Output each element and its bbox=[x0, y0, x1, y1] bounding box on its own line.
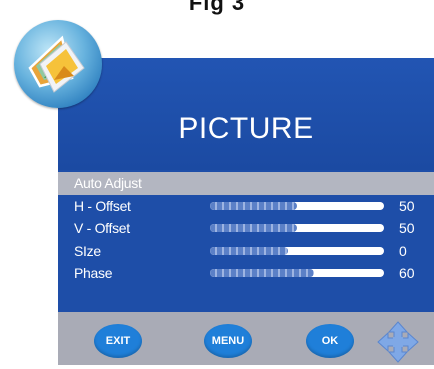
size-slider[interactable] bbox=[210, 246, 384, 255]
menu-item-size[interactable]: SIze 0 bbox=[58, 240, 434, 263]
h-offset-slider[interactable] bbox=[210, 201, 384, 210]
slider-fill bbox=[210, 224, 297, 232]
menu-item-v-offset[interactable]: V - Offset 50 bbox=[58, 217, 434, 240]
slider-fill bbox=[210, 201, 297, 210]
slider-fill bbox=[210, 269, 315, 277]
menu-item-label: H - Offset bbox=[74, 197, 131, 214]
phase-value: 60 bbox=[399, 265, 415, 281]
menu-item-label: Phase bbox=[74, 265, 113, 281]
menu-item-label: SIze bbox=[74, 242, 101, 259]
menu-list: Auto Adjust H - Offset 50 V - Offset 50 … bbox=[58, 172, 434, 285]
picture-icon bbox=[14, 20, 102, 108]
v-offset-value: 50 bbox=[399, 220, 415, 236]
figure-caption: Fig 3 bbox=[188, 0, 246, 15]
size-value: 0 bbox=[399, 242, 407, 259]
osd-menu-panel: PICTURE Auto Adjust H - Offset 50 V - Of… bbox=[58, 58, 434, 365]
v-offset-slider[interactable] bbox=[210, 224, 384, 232]
title-area: PICTURE bbox=[58, 58, 434, 170]
page-title: PICTURE bbox=[178, 112, 314, 145]
slider-fill bbox=[210, 246, 289, 255]
four-way-arrows-icon[interactable] bbox=[376, 320, 420, 364]
button-bar: EXIT MENU OK bbox=[58, 312, 434, 365]
menu-item-auto-adjust[interactable]: Auto Adjust bbox=[58, 172, 434, 195]
menu-item-phase[interactable]: Phase 60 bbox=[58, 262, 434, 285]
exit-button[interactable]: EXIT bbox=[94, 324, 142, 358]
menu-item-label: V - Offset bbox=[74, 220, 130, 236]
menu-item-label: Auto Adjust bbox=[74, 175, 142, 191]
menu-item-h-offset[interactable]: H - Offset 50 bbox=[58, 195, 434, 218]
ok-button[interactable]: OK bbox=[306, 324, 354, 358]
h-offset-value: 50 bbox=[399, 197, 415, 214]
menu-button[interactable]: MENU bbox=[204, 324, 252, 358]
phase-slider[interactable] bbox=[210, 269, 384, 277]
